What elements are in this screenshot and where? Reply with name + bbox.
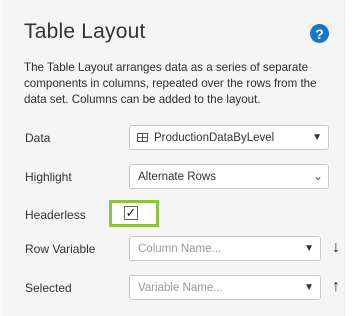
- row-variable-placeholder: Column Name...: [138, 242, 222, 255]
- caret-down-icon: ▼: [304, 243, 314, 254]
- row-variable-select[interactable]: Column Name... ▼: [129, 236, 321, 261]
- headerless-label: Headerless: [25, 208, 86, 222]
- selected-label: Selected: [25, 281, 72, 295]
- highlight-label: Highlight: [25, 170, 72, 184]
- highlight-select-value: Alternate Rows: [138, 170, 216, 183]
- chevron-down-icon: ⌄: [312, 169, 323, 183]
- data-select[interactable]: ProductionDataByLevel ▼: [129, 125, 329, 150]
- table-icon: [137, 133, 148, 142]
- caret-down-icon: ▼: [312, 132, 322, 143]
- selected-placeholder: Variable Name...: [138, 281, 223, 294]
- row-variable-label: Row Variable: [25, 242, 96, 256]
- selected-select[interactable]: Variable Name... ▼: [129, 275, 321, 300]
- sort-down-icon[interactable]: ↓: [330, 237, 342, 259]
- panel-description: The Table Layout arranges data as a seri…: [24, 61, 317, 106]
- data-label: Data: [25, 131, 51, 145]
- sort-up-icon[interactable]: ↑: [330, 276, 342, 298]
- help-icon[interactable]: ?: [310, 24, 329, 43]
- highlight-select[interactable]: Alternate Rows ⌄: [129, 164, 329, 189]
- panel-title: Table Layout: [24, 20, 146, 43]
- properties-panel: Table Layout ? The Table Layout arranges…: [3, 0, 345, 316]
- scrollbar[interactable]: [344, 0, 353, 316]
- headerless-checkbox[interactable]: ✓: [124, 206, 138, 220]
- data-select-value: ProductionDataByLevel: [154, 131, 275, 144]
- caret-down-icon: ▼: [304, 282, 314, 293]
